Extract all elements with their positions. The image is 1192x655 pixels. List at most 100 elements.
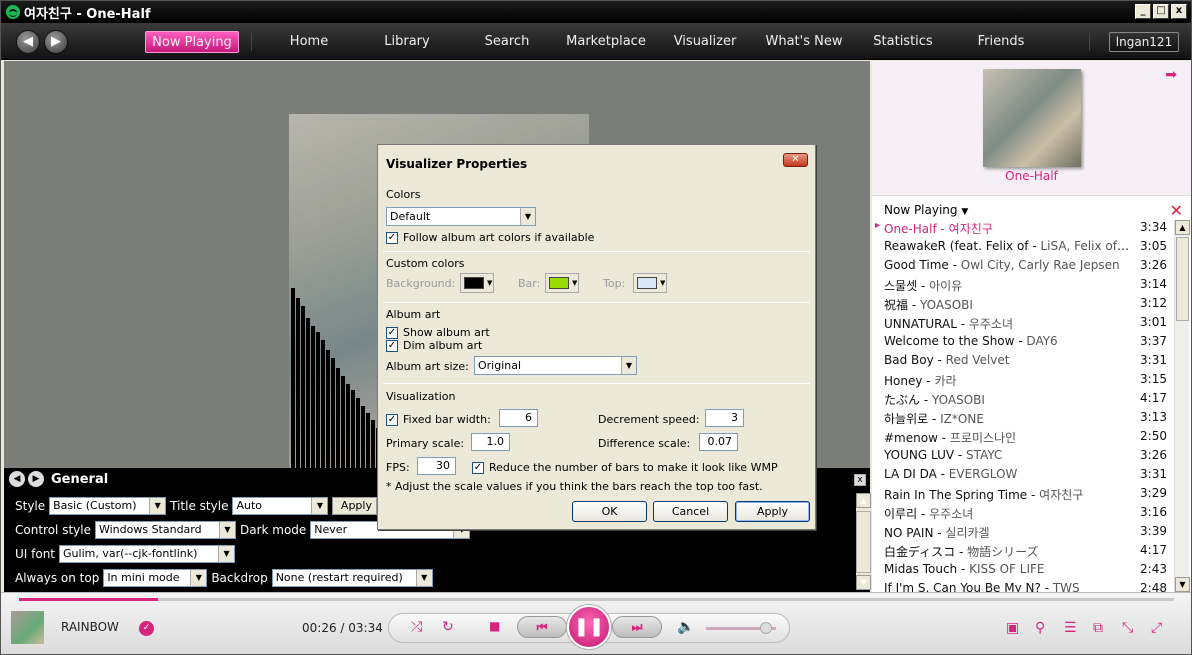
lyrics-icon[interactable]: ▣ [1006, 620, 1019, 636]
background-color-picker[interactable]: ▼ [460, 273, 494, 293]
queue-icon[interactable]: ☰ [1064, 620, 1077, 636]
track-row[interactable]: Welcome to the Show - DAY6 3:37 [884, 334, 1167, 353]
track-row[interactable]: 白金ディスコ - 物語シリーズ 4:17 [884, 543, 1167, 562]
track-row[interactable]: If I'm S, Can You Be My N? - TWS 2:48 [884, 581, 1167, 592]
close-button[interactable]: x [1171, 4, 1187, 19]
mini-mode-icon[interactable]: ⤡ [1122, 620, 1133, 636]
tab-search[interactable]: Search [467, 31, 547, 53]
next-page-icon[interactable]: ▶ [28, 471, 44, 487]
liked-check-icon[interactable]: ✓ [139, 621, 154, 636]
title-style-select[interactable]: Auto ▼ [232, 497, 329, 515]
tab-library[interactable]: Library [367, 31, 447, 53]
scroll-up-icon[interactable]: ▲ [1175, 220, 1190, 235]
fps-input[interactable]: 30 [417, 457, 456, 475]
fixed-bar-width-checkbox[interactable]: ✓ Fixed bar width: [386, 413, 491, 426]
track-row[interactable]: UNNATURAL - 우주소녀 3:01 [884, 315, 1167, 334]
track-row[interactable]: #menow - 프로미스나인 2:50 [884, 429, 1167, 448]
bar-color-picker[interactable]: ▼ [545, 273, 579, 293]
settings-scrollbar[interactable]: ▲ ▼ [856, 493, 871, 590]
album-art-size-label: Album art size: [386, 360, 469, 373]
stop-icon[interactable]: ■ [489, 619, 500, 633]
now-playing-dropdown[interactable]: Now Playing ▼ [884, 203, 968, 217]
repeat-icon[interactable]: ↻ [442, 619, 454, 635]
fixed-bar-width-input[interactable]: 6 [499, 409, 538, 427]
scroll-down-icon[interactable]: ▼ [856, 575, 871, 590]
forward-arrow-icon[interactable]: ▶ [44, 30, 68, 54]
backdrop-select[interactable]: None (restart required) ▼ [271, 569, 433, 587]
dim-album-art-checkbox[interactable]: ✓ Dim album art [386, 339, 482, 352]
pause-button[interactable]: ❚❚ [567, 605, 611, 649]
follow-album-checkbox[interactable]: ✓ Follow album art colors if available [386, 231, 594, 244]
ui-font-select[interactable]: Gulim, var(--cjk-fontlink) ▼ [59, 545, 236, 563]
reduce-bars-checkbox[interactable]: ✓ Reduce the number of bars to make it lo… [472, 461, 778, 474]
user-button[interactable]: lngan121 [1109, 32, 1179, 52]
minimize-button[interactable]: _ [1135, 4, 1151, 19]
track-row[interactable]: Rain In The Spring Time - 여자친구 3:29 [884, 486, 1167, 505]
apply-button[interactable]: Apply [735, 501, 810, 522]
show-album-art-checkbox[interactable]: ✓ Show album art [386, 326, 490, 339]
track-row[interactable]: Good Time - Owl City, Carly Rae Jepsen 3:… [884, 258, 1167, 277]
album-cover[interactable] [983, 69, 1081, 167]
track-row[interactable]: One-Half - 여자친구 3:34 [875, 220, 1167, 239]
cancel-button[interactable]: Cancel [653, 501, 728, 522]
track-row[interactable]: NO PAIN - 실리카겔 3:39 [884, 524, 1167, 543]
prev-page-icon[interactable]: ◀ [9, 471, 25, 487]
tab-whats-new[interactable]: What's New [759, 31, 849, 53]
track-row[interactable]: Midas Touch - KISS OF LIFE 2:43 [884, 562, 1167, 581]
track-row[interactable]: YOUNG LUV - STAYC 3:26 [884, 448, 1167, 467]
fullscreen-icon[interactable]: ⤢ [1151, 620, 1162, 636]
mini-album-art[interactable] [11, 611, 44, 644]
track-row[interactable]: Bad Boy - Red Velvet 3:31 [884, 353, 1167, 372]
tab-friends[interactable]: Friends [961, 31, 1041, 53]
settings-apply-button[interactable]: Apply [332, 497, 378, 515]
song-title[interactable]: RAINBOW [61, 620, 119, 634]
previous-button[interactable]: ⏮ [517, 616, 567, 638]
dialog-close-icon[interactable]: ✕ [783, 153, 808, 167]
ok-button[interactable]: OK [572, 501, 647, 522]
track-list-scrollbar[interactable]: ▲ ▼ [1174, 220, 1190, 592]
seek-bar[interactable] [19, 598, 1174, 601]
track-row[interactable]: 이루리 - 우주소녀 3:16 [884, 505, 1167, 524]
scroll-thumb[interactable] [856, 511, 871, 573]
tab-marketplace[interactable]: Marketplace [561, 31, 651, 53]
primary-scale-input[interactable]: 1.0 [471, 433, 510, 451]
devices-icon[interactable]: ⧉ [1093, 620, 1103, 636]
scroll-down-icon[interactable]: ▼ [1175, 577, 1190, 592]
tab-statistics[interactable]: Statistics [863, 31, 943, 53]
colors-select[interactable]: Default ▼ [386, 207, 536, 226]
clear-queue-icon[interactable]: ✕ [1170, 201, 1183, 220]
track-title: Welcome to the Show - DAY6 [884, 334, 1058, 348]
scroll-thumb[interactable] [1176, 237, 1189, 321]
decrement-speed-input[interactable]: 3 [705, 409, 744, 427]
maximize-button[interactable]: □ [1153, 4, 1169, 19]
next-button[interactable]: ⏭ [612, 616, 662, 638]
album-name-link[interactable]: One-Half [872, 169, 1191, 183]
scroll-up-icon[interactable]: ▲ [856, 493, 871, 508]
album-art-size-select[interactable]: Original ▼ [474, 356, 637, 375]
always-on-top-select[interactable]: In mini mode ▼ [103, 569, 208, 587]
volume-knob[interactable] [759, 622, 772, 634]
tab-home[interactable]: Home [269, 31, 349, 53]
track-row[interactable]: ReawakeR (feat. Felix of - LiSA, Felix o… [884, 239, 1167, 258]
track-row[interactable]: Honey - 카라 3:15 [884, 372, 1167, 391]
tab-now-playing[interactable]: Now Playing [145, 31, 239, 53]
track-row[interactable]: たぶん - YOASOBI 4:17 [884, 391, 1167, 410]
control-style-select[interactable]: Windows Standard ▼ [94, 521, 236, 539]
shuffle-icon[interactable]: ⤮ [411, 619, 422, 635]
track-title: 白金ディスコ - 物語シリーズ [884, 545, 1039, 559]
arrow-right-icon[interactable]: ➡ [1165, 67, 1177, 83]
track-row[interactable]: 스물셋 - 아이유 3:14 [884, 277, 1167, 296]
settings-close-icon[interactable]: x [854, 474, 866, 486]
top-color-picker[interactable]: ▼ [633, 273, 667, 293]
track-row[interactable]: 祝福 - YOASOBI 3:12 [884, 296, 1167, 315]
track-row[interactable]: LA DI DA - EVERGLOW 3:31 [884, 467, 1167, 486]
track-row[interactable]: 하늘위로 - IZ*ONE 3:13 [884, 410, 1167, 429]
difference-scale-input[interactable]: 0.07 [699, 433, 738, 451]
back-arrow-icon[interactable]: ◀ [16, 30, 40, 54]
tab-visualizer[interactable]: Visualizer [665, 31, 745, 53]
style-select[interactable]: Basic (Custom) ▼ [49, 497, 167, 515]
divider [383, 302, 810, 303]
track-artist: 프로미스나인 [949, 431, 1017, 445]
pin-icon[interactable]: ⚲ [1035, 620, 1045, 636]
volume-icon[interactable]: 🔈 [677, 619, 694, 635]
